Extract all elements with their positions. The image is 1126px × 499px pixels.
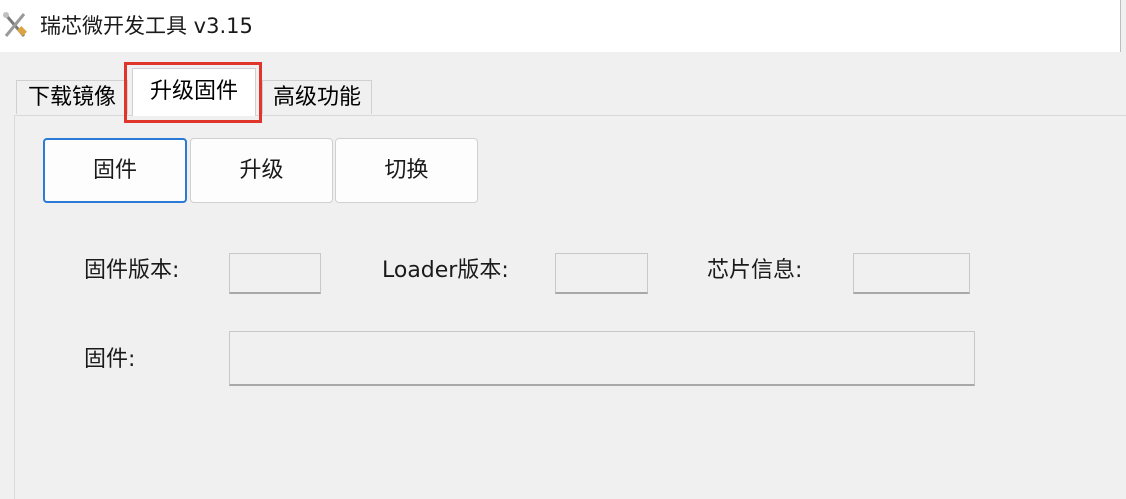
firmware-path-label: 固件: <box>84 347 136 372</box>
title-bar: 瑞芯微开发工具 v3.15 <box>0 0 1121 52</box>
tab-upgrade-firmware[interactable]: 升级固件 <box>132 68 256 116</box>
loader-version-label: Loader版本: <box>382 258 509 283</box>
firmware-version-field <box>229 253 321 294</box>
chip-info-label: 芯片信息: <box>707 258 803 283</box>
switch-button[interactable]: 切换 <box>335 138 478 203</box>
firmware-path-field <box>229 331 975 386</box>
tools-icon <box>2 10 28 40</box>
upgrade-button[interactable]: 升级 <box>190 138 333 203</box>
chip-info-field <box>853 253 970 294</box>
firmware-button[interactable]: 固件 <box>43 138 187 203</box>
tab-download-image[interactable]: 下载镜像 <box>16 80 128 114</box>
window-title: 瑞芯微开发工具 v3.15 <box>40 14 253 38</box>
firmware-version-label: 固件版本: <box>84 258 180 283</box>
app-window: 瑞芯微开发工具 v3.15 下载镜像 升级固件 高级功能 固件 升级 切换 固件… <box>0 0 1126 499</box>
tab-advanced-features[interactable]: 高级功能 <box>262 80 372 114</box>
loader-version-field <box>555 253 648 294</box>
